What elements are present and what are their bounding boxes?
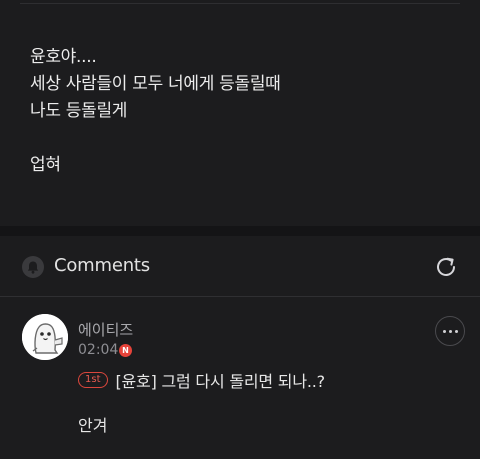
post-line: 세상 사람들이 모두 너에게 등돌릴때 xyxy=(30,74,281,94)
post-body: 윤호야.... 세상 사람들이 모두 너에게 등돌릴때 나도 등돌릴게 업혀 xyxy=(30,44,281,179)
bell-icon[interactable] xyxy=(22,256,44,278)
post-line: 업혀 xyxy=(30,155,61,175)
comment-body: 안겨 xyxy=(78,416,108,435)
reply-reference: 1st [윤호] 그럼 다시 돌리면 되나..? xyxy=(78,368,326,392)
more-options-button[interactable] xyxy=(435,316,465,346)
more-dots-icon xyxy=(442,329,458,333)
post-line: 나도 등돌릴게 xyxy=(30,101,128,121)
post-content: 윤호야.... 세상 사람들이 모두 너에게 등돌릴때 나도 등돌릴게 업혀 xyxy=(0,0,480,226)
reply-text[interactable]: [윤호] 그럼 다시 돌리면 되나..? xyxy=(116,368,326,392)
post-line xyxy=(30,125,281,152)
top-divider xyxy=(20,3,460,4)
post-line: 윤호야.... xyxy=(30,47,97,67)
rank-badge: 1st xyxy=(78,372,108,388)
refresh-icon[interactable] xyxy=(433,254,459,280)
avatar[interactable] xyxy=(22,314,68,360)
section-separator xyxy=(0,226,480,236)
new-badge: N xyxy=(119,344,132,357)
comments-title: Comments xyxy=(54,255,150,276)
comment-item: 에이티즈 02:04 N 1st [윤호] 그럼 다시 돌리면 되나..? 안겨 xyxy=(0,298,480,459)
comment-author[interactable]: 에이티즈 xyxy=(78,319,133,340)
comments-header: Comments xyxy=(0,236,480,297)
comment-time: 02:04 xyxy=(78,342,119,358)
